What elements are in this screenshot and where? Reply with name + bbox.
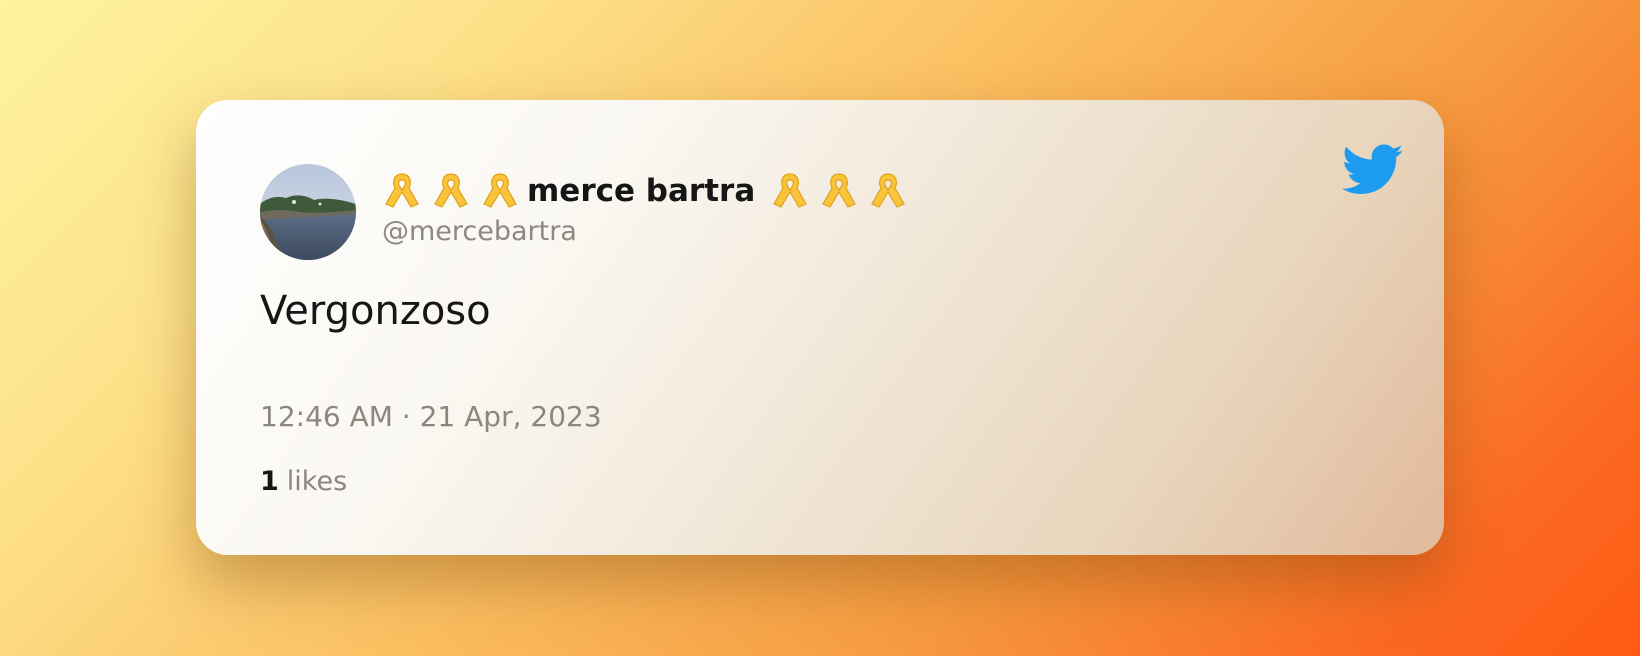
yellow-ribbon-icon — [871, 173, 906, 208]
yellow-ribbon-icon — [483, 173, 517, 208]
avatar[interactable] — [260, 164, 356, 260]
yellow-ribbon-icon — [385, 173, 419, 208]
twitter-bird-icon[interactable] — [1342, 144, 1404, 196]
likes-number: 1 — [260, 466, 279, 497]
likes-label: likes — [286, 466, 348, 497]
likes-count[interactable]: 1 likes — [260, 466, 347, 497]
author-handle[interactable]: @mercebartra — [382, 216, 577, 247]
yellow-ribbon-icon — [773, 173, 808, 208]
tweet-card: merce bartra @mercebartra Vergonzoso 12:… — [196, 100, 1444, 555]
tweet-timestamp[interactable]: 12:46 AM · 21 Apr, 2023 — [260, 400, 602, 433]
author-name[interactable]: merce bartra — [527, 173, 755, 209]
yellow-ribbon-icon — [434, 173, 468, 208]
author-row[interactable]: merce bartra — [382, 168, 908, 214]
yellow-ribbon-icon — [822, 173, 857, 208]
tweet-text: Vergonzoso — [260, 288, 491, 334]
